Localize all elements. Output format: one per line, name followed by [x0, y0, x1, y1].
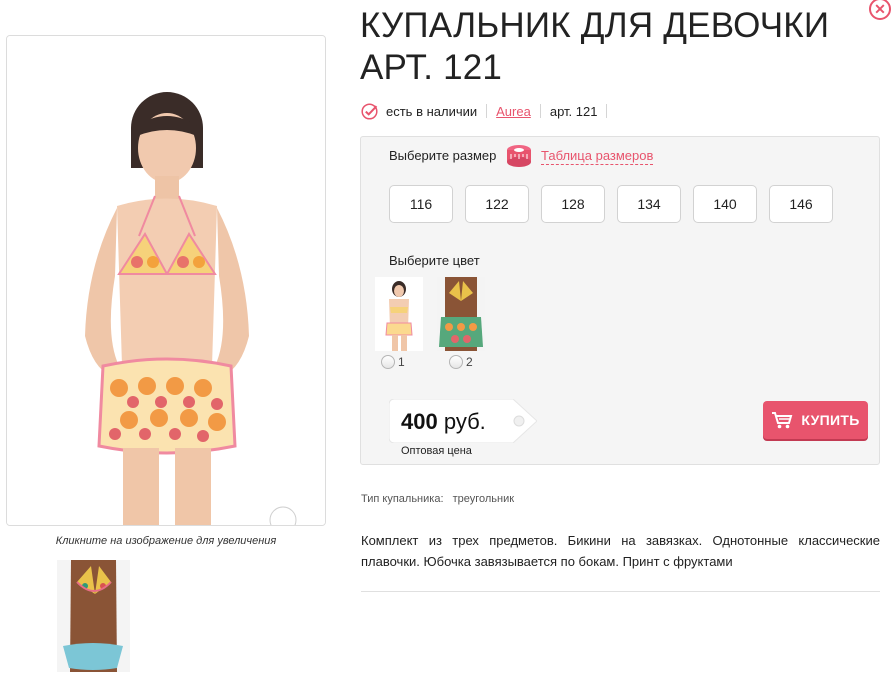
magnifier-icon[interactable]: [265, 502, 311, 526]
meta-divider: [486, 104, 488, 118]
product-description: Комплект из трех предметов. Бикини на за…: [361, 533, 880, 569]
in-stock-check-icon: [361, 102, 378, 120]
size-option[interactable]: 128: [541, 185, 605, 223]
attribute-value: треугольник: [452, 493, 515, 505]
meta-divider: [539, 104, 541, 118]
color-swatch-image: [437, 277, 485, 351]
size-option[interactable]: 140: [693, 185, 757, 223]
color-radio-2[interactable]: 2: [449, 355, 473, 369]
order-panel: Выберите размер Таблица размеров 116 122…: [360, 136, 880, 465]
photo-caption: Кликните на изображение для увеличения: [55, 535, 277, 547]
size-table-link[interactable]: Таблица размеров: [541, 147, 654, 165]
swimsuit-type: Тип купальника: треугольник: [361, 493, 514, 505]
size-option[interactable]: 122: [465, 185, 529, 223]
attribute-label: Тип купальника:: [361, 493, 444, 505]
buy-button[interactable]: КУПИТЬ: [763, 401, 868, 439]
main-product-photo[interactable]: [6, 35, 326, 526]
price: 400 руб.: [401, 409, 486, 435]
radio-circle: [381, 355, 395, 369]
brand-link[interactable]: Aurea: [496, 104, 531, 119]
product-title: КУПАЛЬНИК ДЛЯ ДЕВОЧКИ АРТ. 121: [360, 6, 830, 87]
buy-button-label: КУПИТЬ: [801, 412, 860, 428]
product-photo-image: [7, 36, 325, 525]
close-icon: ✕: [874, 0, 886, 17]
close-button[interactable]: ✕: [869, 0, 891, 20]
size-option[interactable]: 134: [617, 185, 681, 223]
size-heading: Выберите размер: [389, 148, 497, 163]
gallery-thumbnail[interactable]: [57, 560, 130, 672]
cart-icon: [772, 412, 793, 429]
color-heading: Выберите цвет: [389, 253, 480, 268]
color-option-label: 1: [398, 355, 405, 369]
thumbnail-image: [57, 560, 130, 672]
price-amount: 400: [401, 409, 438, 434]
availability-status: есть в наличии: [386, 103, 478, 119]
divider: [361, 591, 880, 592]
size-option[interactable]: 146: [769, 185, 833, 223]
price-currency: руб.: [443, 409, 486, 434]
color-radio-1[interactable]: 1: [381, 355, 405, 369]
size-option[interactable]: 116: [389, 185, 453, 223]
product-meta: есть в наличии Aurea арт. 121: [361, 101, 616, 121]
price-note: Оптовая цена: [401, 445, 472, 457]
meta-divider: [606, 104, 608, 118]
color-swatch-image: [375, 277, 423, 351]
color-swatch-2[interactable]: [437, 277, 485, 351]
color-option-label: 2: [466, 355, 473, 369]
radio-circle: [449, 355, 463, 369]
color-swatch-1[interactable]: [375, 277, 423, 351]
measuring-tape-icon[interactable]: [505, 142, 533, 168]
article-number: арт. 121: [549, 103, 598, 119]
